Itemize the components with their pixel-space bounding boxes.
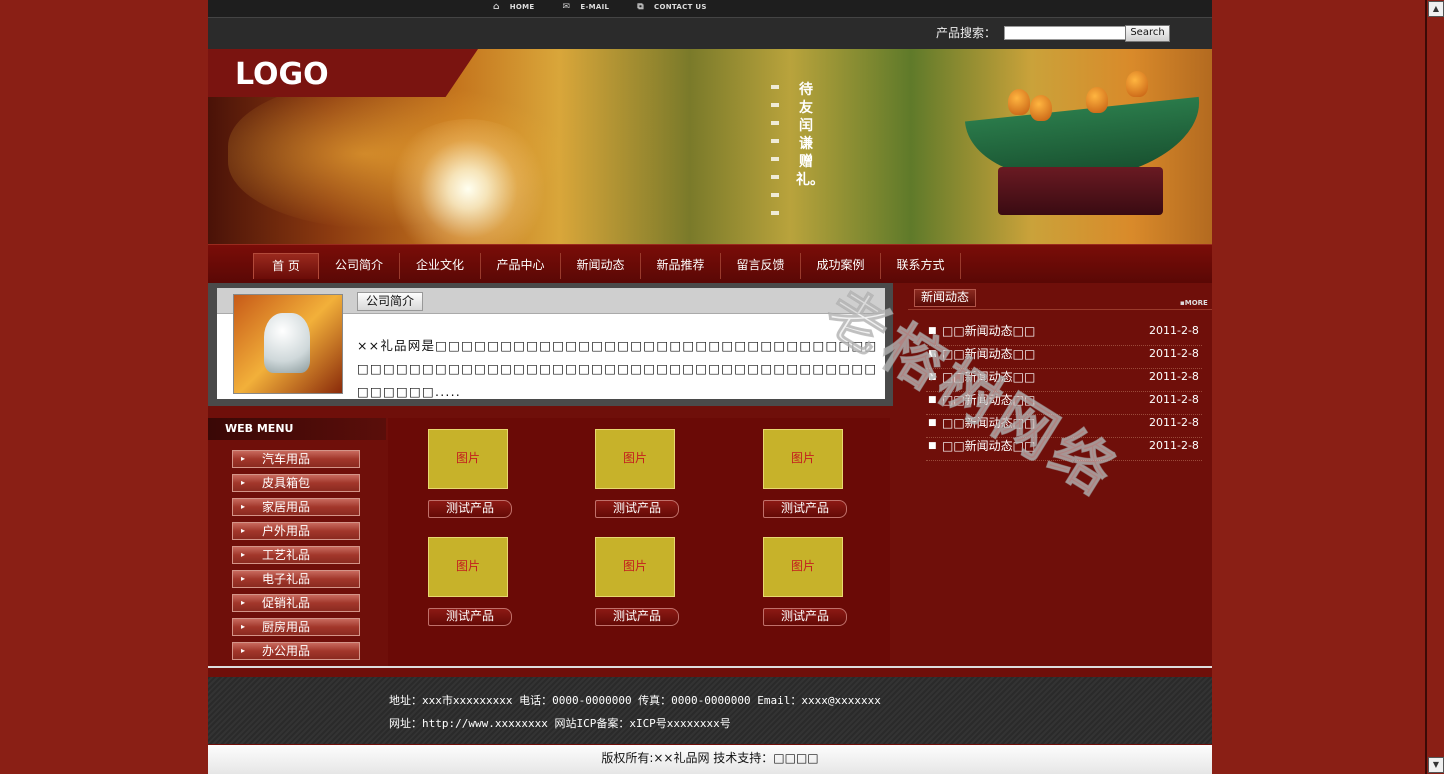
arrow-icon: ▸ [241,502,246,511]
web-menu-title: WEB MENU [208,418,386,440]
home-icon: ⌂ [493,2,500,12]
footer: 地址：xxx市xxxxxxxxx 电话：0000-0000000 传真：0000… [208,677,1212,744]
menu-item[interactable]: ▸ 家居用品 [232,498,360,516]
product-name[interactable]: 测试产品 [763,608,847,626]
about-image [233,294,343,394]
nav-about[interactable]: 公司简介 [319,253,400,279]
bullet-icon: ■ [928,441,937,451]
news-title[interactable]: 新闻动态 [914,289,977,307]
search-label: 产品搜索： [936,26,997,40]
figurine-image [1126,71,1148,97]
search-row: 产品搜索： Search [208,18,1212,49]
menu-item[interactable]: ▸ 促销礼品 [232,594,360,612]
about-panel: 公司简介 ××礼品网是□□□□□□□□□□□□□□□□□□□□□□□□□□□□□… [217,288,885,399]
product-name[interactable]: 测试产品 [595,500,679,518]
contact-icon: ⧉ [637,2,645,12]
product-image[interactable]: 图片 [763,537,843,597]
arrow-icon: ▸ [241,598,246,607]
menu-item[interactable]: ▸ 电子礼品 [232,570,360,588]
arrow-icon: ▸ [241,574,246,583]
arrow-icon: ▸ [241,622,246,631]
arrow-icon: ▸ [241,454,246,463]
top-links: ⌂ HOME ✉ E-MAIL ⧉ CONTACT US [493,2,735,12]
arrow-icon: ▸ [241,478,246,487]
menu-item[interactable]: ▸ 皮具箱包 [232,474,360,492]
nav-new-products[interactable]: 新品推荐 [641,253,721,279]
product-card[interactable]: 图片 测试产品 [763,537,849,626]
page-container: ⌂ HOME ✉ E-MAIL ⧉ CONTACT US 产品搜索： Search L… [208,0,1212,774]
product-card[interactable]: 图片 测试产品 [428,537,514,626]
contact-link[interactable]: ⧉ CONTACT US [637,2,706,12]
about-text: ××礼品网是□□□□□□□□□□□□□□□□□□□□□□□□□□□□□□□□□□… [357,338,878,399]
nav-products[interactable]: 产品中心 [481,253,561,279]
web-menu: ▸ 汽车用品 ▸ 皮具箱包 ▸ 家居用品 ▸ 户外用品 ▸ 工艺礼品 ▸ 电子礼品 ▸ 促销礼… [232,450,360,666]
product-card[interactable]: 图片 测试产品 [595,429,681,518]
figurine-image [1086,87,1108,113]
product-image[interactable]: 图片 [595,537,675,597]
nav-culture[interactable]: 企业文化 [400,253,481,279]
menu-item[interactable]: ▸ 汽车用品 [232,450,360,468]
footer-address: 地址：xxx市xxxxxxxxx 电话：0000-0000000 传真：0000… [389,694,881,707]
more-link[interactable]: ▪MORE [1180,299,1208,307]
divider [908,309,1212,310]
menu-item[interactable]: ▸ 办公用品 [232,642,360,660]
nav-home[interactable]: 首 页 [253,253,319,279]
nav-contact[interactable]: 联系方式 [881,253,961,279]
about-title[interactable]: 公司简介 [357,292,424,311]
figurine-image [1030,95,1052,121]
boat-stand-image [998,167,1163,215]
product-name[interactable]: 测试产品 [428,500,512,518]
figurine-image [1008,89,1030,115]
vase-image [264,313,310,373]
top-bar: ⌂ HOME ✉ E-MAIL ⧉ CONTACT US [208,0,1212,18]
nav-feedback[interactable]: 留言反馈 [721,253,801,279]
home-link[interactable]: ⌂ HOME [493,2,535,12]
email-link[interactable]: ✉ E-MAIL [563,2,610,12]
main-nav: 首 页 公司简介 企业文化 产品中心 新闻动态 新品推荐 留言反馈 成功案例 联… [208,244,1212,283]
product-name[interactable]: 测试产品 [763,500,847,518]
product-image[interactable]: 图片 [595,429,675,489]
arrow-icon: ▸ [241,526,246,535]
search-input[interactable] [1004,26,1128,40]
scroll-up-icon[interactable]: ▲ [1428,1,1444,17]
banner-slogan: 待友闰谦赠礼。 [796,82,824,188]
menu-item[interactable]: ▸ 户外用品 [232,522,360,540]
search-button[interactable]: Search [1125,25,1170,42]
nav-news[interactable]: 新闻动态 [561,253,641,279]
mail-icon: ✉ [562,2,571,12]
banner: LOGO 待友闰谦赠礼。 [208,49,1212,244]
scroll-down-icon[interactable]: ▼ [1428,757,1444,773]
arrow-icon: ▸ [241,646,246,655]
product-image[interactable]: 图片 [428,537,508,597]
product-card[interactable]: 图片 测试产品 [428,429,514,518]
footer-website: 网址：http://www.xxxxxxxx 网站ICP备案：xICP号xxxx… [389,717,731,730]
copyright: 版权所有:××礼品网 技术支持：□□□□ [208,745,1212,774]
product-image[interactable]: 图片 [763,429,843,489]
banner-dots [771,85,779,215]
product-name[interactable]: 测试产品 [428,608,512,626]
arrow-icon: ▸ [241,550,246,559]
menu-item[interactable]: ▸ 工艺礼品 [232,546,360,564]
product-name[interactable]: 测试产品 [595,608,679,626]
scrollbar[interactable]: ▲ ▼ [1425,0,1444,774]
product-card[interactable]: 图片 测试产品 [595,537,681,626]
product-card[interactable]: 图片 测试产品 [763,429,849,518]
footer-divider [208,666,1212,668]
about-section: 公司简介 ××礼品网是□□□□□□□□□□□□□□□□□□□□□□□□□□□□□… [208,283,893,406]
menu-item[interactable]: ▸ 厨房用品 [232,618,360,636]
bullet-icon: ■ [928,418,937,428]
product-grid: 图片 测试产品 图片 测试产品 图片 测试产品 图片 测试产品 图片 测试产品 … [388,418,890,666]
product-image[interactable]: 图片 [428,429,508,489]
logo[interactable]: LOGO [235,57,329,92]
